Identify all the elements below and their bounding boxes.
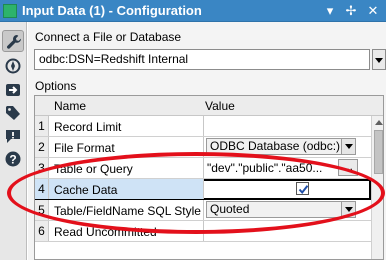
row-number: 4 [35, 179, 49, 199]
checkmark-icon [298, 185, 309, 195]
column-header-name: Name [54, 99, 87, 113]
chevron-down-icon [341, 139, 355, 154]
options-grid: Name Value 1 Record Limit 2 File Format … [34, 95, 384, 260]
option-row-read-uncommitted[interactable]: 6 Read Uncommitted [35, 221, 371, 242]
row-number: 3 [35, 158, 49, 178]
chevron-down-icon [375, 58, 383, 63]
tool-comments[interactable] [2, 125, 24, 147]
row-number: 2 [35, 137, 49, 157]
close-button[interactable]: ✕ [365, 2, 381, 19]
tool-output[interactable] [2, 79, 24, 101]
title-bar: Input Data (1) - Configuration ▾ ✢ ✕ [0, 0, 386, 22]
tool-tags[interactable] [2, 102, 24, 124]
file-format-select[interactable]: ODBC Database (odbc:) [206, 138, 356, 155]
row-number: 1 [35, 116, 49, 136]
connection-input[interactable]: odbc:DSN=Redshift Internal [34, 49, 370, 70]
table-query-value[interactable]: "dev"."public"."aa50... [207, 161, 332, 175]
table-query-browse-button[interactable]: ... [338, 159, 358, 176]
column-header-value: Value [205, 99, 235, 113]
tool-annotation[interactable] [2, 55, 24, 77]
option-name: Record Limit [54, 120, 122, 134]
sql-style-value: Quoted [210, 202, 250, 216]
connection-dropdown-button[interactable] [372, 49, 386, 70]
configuration-panel: Connect a File or Database odbc:DSN=Reds… [28, 22, 386, 260]
configuration-sidebar: ? [0, 22, 27, 260]
option-row-file-format[interactable]: 2 File Format ODBC Database (odbc:) [35, 137, 371, 158]
option-row-table-or-query[interactable]: 3 Table or Query "dev"."public"."aa50...… [35, 158, 371, 179]
options-label: Options [35, 79, 77, 93]
options-scrollbar[interactable] [371, 116, 383, 259]
row-number: 5 [35, 200, 49, 220]
sql-style-select[interactable]: Quoted [206, 201, 356, 218]
read-uncommitted-value[interactable] [203, 221, 371, 241]
row-number: 6 [35, 221, 49, 241]
tool-configuration[interactable] [2, 30, 24, 52]
record-limit-input[interactable] [203, 116, 371, 136]
arrow-right-icon [6, 84, 20, 96]
window-title: Input Data (1) - Configuration [22, 3, 202, 18]
option-name: Read Uncommitted [54, 225, 157, 239]
comment-icon [6, 130, 20, 143]
option-name: Table or Query [54, 162, 133, 176]
option-name: Cache Data [54, 183, 118, 197]
pin-button[interactable]: ✢ [343, 2, 359, 19]
cache-data-checkbox[interactable] [296, 182, 309, 195]
help-icon: ? [5, 151, 21, 167]
connect-label: Connect a File or Database [35, 30, 182, 44]
grid-header: Name Value [35, 96, 383, 116]
option-name: File Format [54, 141, 115, 155]
option-row-record-limit[interactable]: 1 Record Limit [35, 116, 371, 137]
scrollbar-thumb[interactable] [374, 130, 383, 174]
compass-icon [5, 58, 21, 74]
tool-help[interactable]: ? [2, 148, 24, 170]
window-menu-button[interactable]: ▾ [322, 2, 338, 19]
file-format-value: ODBC Database (odbc:) [210, 139, 341, 153]
svg-text:?: ? [9, 153, 16, 167]
option-row-sql-style[interactable]: 5 Table/FieldName SQL Style Quoted [35, 200, 371, 221]
option-row-cache-data[interactable]: 4 Cache Data [35, 179, 371, 200]
wrench-icon [7, 35, 22, 49]
scroll-up-icon[interactable] [375, 120, 383, 125]
tag-icon [6, 106, 20, 120]
input-data-tool-icon [3, 4, 17, 18]
chevron-down-icon [341, 202, 355, 217]
option-name: Table/FieldName SQL Style [54, 204, 201, 218]
